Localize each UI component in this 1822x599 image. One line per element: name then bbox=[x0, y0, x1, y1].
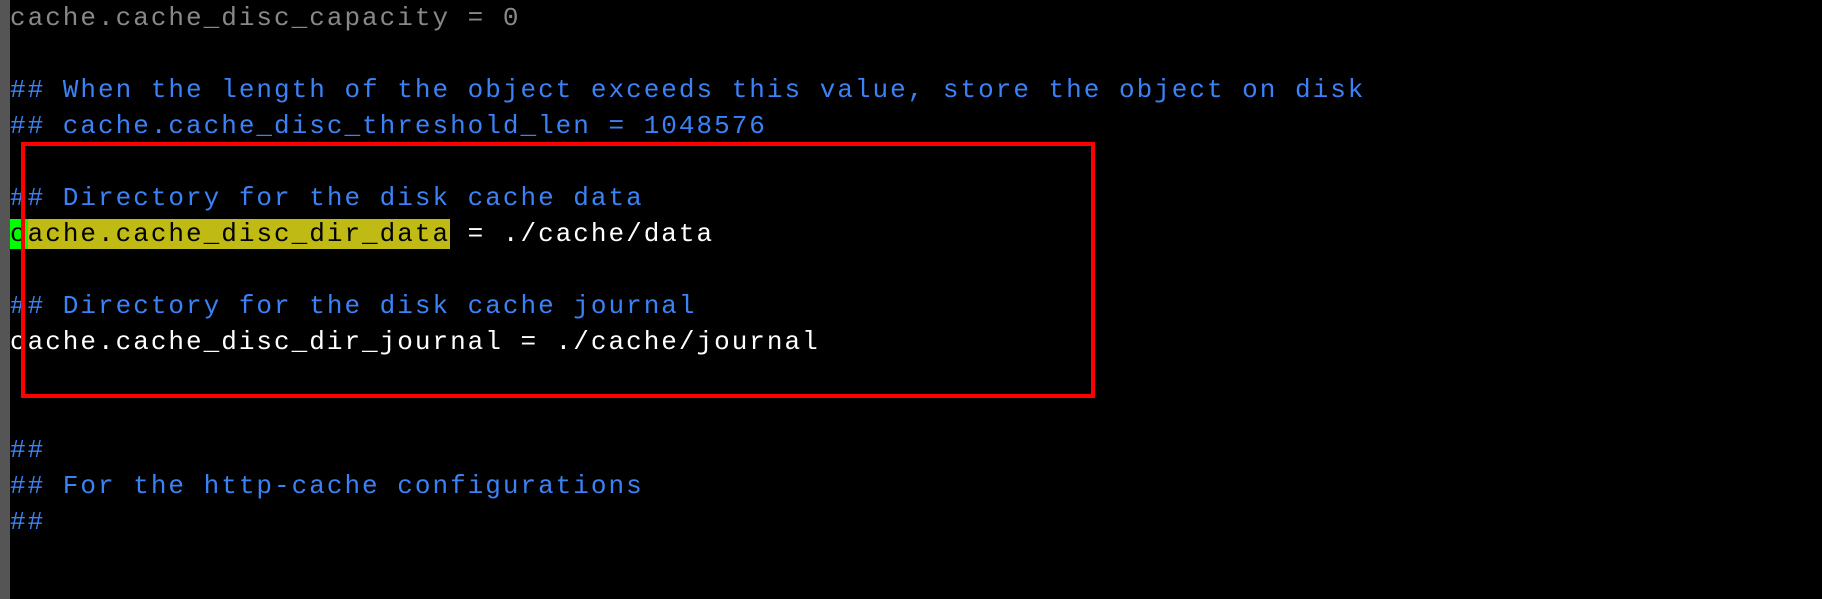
code-line-comment: ## For the http-cache configurations bbox=[10, 468, 1822, 504]
code-line-comment: ## Directory for the disk cache data bbox=[10, 180, 1822, 216]
code-line-blank bbox=[10, 396, 1822, 432]
code-line: cache.cache_disc_capacity = 0 bbox=[10, 0, 1822, 36]
code-editor[interactable]: cache.cache_disc_capacity = 0 ## When th… bbox=[0, 0, 1822, 599]
highlight-search: ache.cache_disc_dir_data bbox=[28, 219, 450, 249]
code-line-comment: ## When the length of the object exceeds… bbox=[10, 72, 1822, 108]
code-text: = ./cache/data bbox=[450, 219, 714, 249]
highlight-cursor: c bbox=[10, 219, 28, 249]
code-line-comment: ## bbox=[10, 432, 1822, 468]
code-line-blank bbox=[10, 36, 1822, 72]
code-line-comment: ## cache.cache_disc_threshold_len = 1048… bbox=[10, 108, 1822, 144]
code-line-comment: ## bbox=[10, 504, 1822, 540]
code-line-blank bbox=[10, 252, 1822, 288]
code-line-blank bbox=[10, 360, 1822, 396]
code-line-blank bbox=[10, 144, 1822, 180]
code-line: cache.cache_disc_dir_journal = ./cache/j… bbox=[10, 324, 1822, 360]
code-line: cache.cache_disc_dir_data = ./cache/data bbox=[10, 216, 1822, 252]
code-line-comment: ## Directory for the disk cache journal bbox=[10, 288, 1822, 324]
